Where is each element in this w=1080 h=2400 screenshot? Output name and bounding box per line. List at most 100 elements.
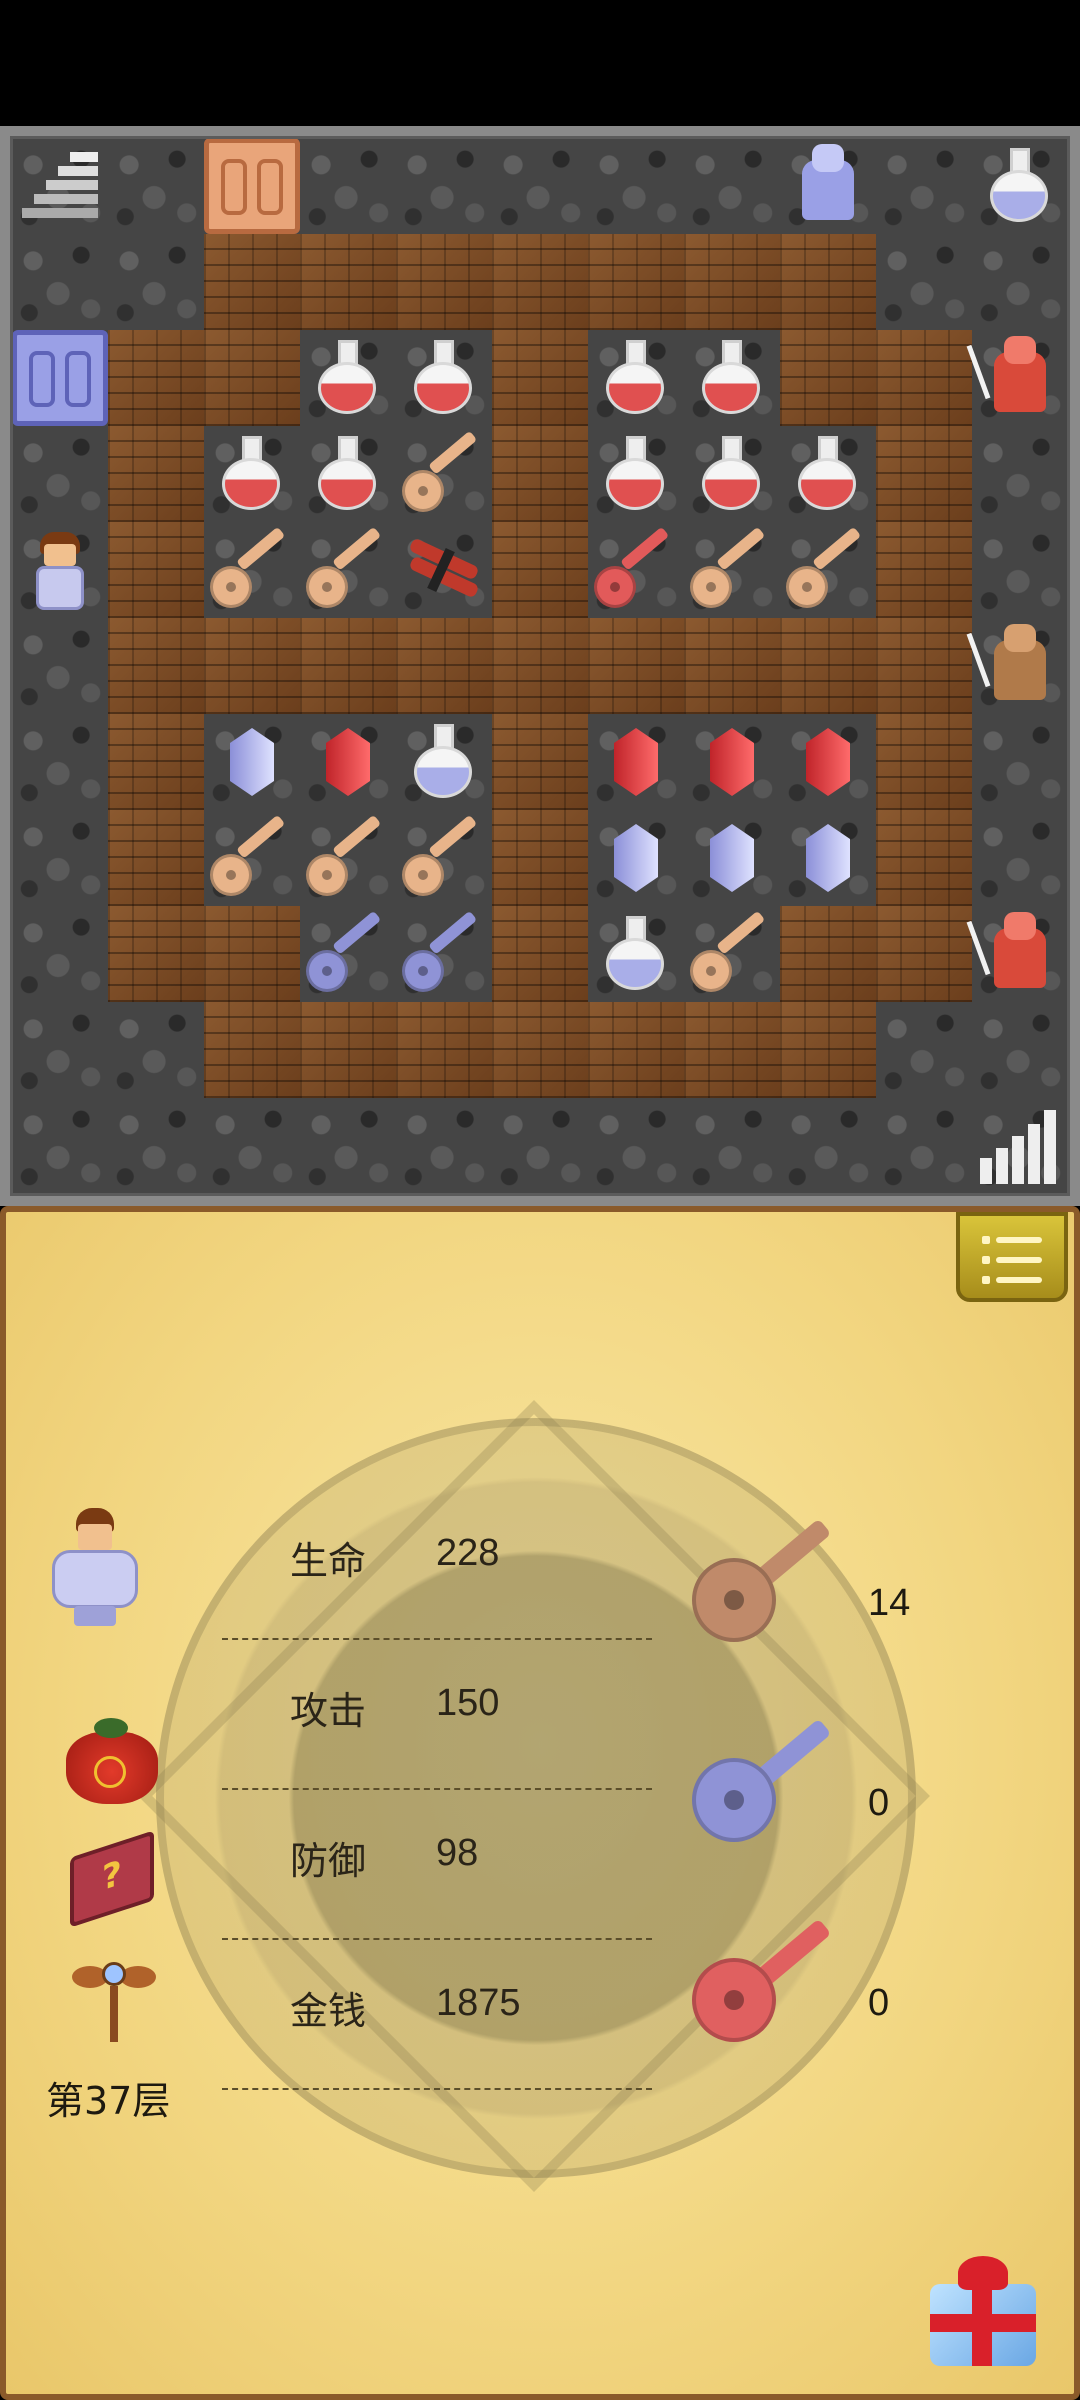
red-potion-icon[interactable] bbox=[588, 330, 684, 426]
stat-defense-value: 98 bbox=[436, 1832, 479, 1874]
blue-potion-icon[interactable] bbox=[588, 906, 684, 1002]
yellow-key-icon[interactable] bbox=[684, 906, 780, 1002]
brick-wall-tile bbox=[492, 714, 588, 810]
game-board[interactable] bbox=[0, 126, 1080, 1206]
floor-tile bbox=[300, 138, 396, 234]
floor-tile bbox=[12, 618, 108, 714]
brick-wall-tile bbox=[108, 522, 204, 618]
red-potion-icon[interactable] bbox=[396, 330, 492, 426]
blue-gem-icon[interactable] bbox=[204, 714, 300, 810]
floor-tile bbox=[876, 1002, 972, 1098]
brick-wall-tile bbox=[876, 618, 972, 714]
floor-tile bbox=[12, 426, 108, 522]
brick-wall-tile bbox=[492, 618, 588, 714]
yellow-key-icon[interactable] bbox=[204, 522, 300, 618]
brick-wall-tile bbox=[492, 234, 588, 330]
gift-box-icon[interactable] bbox=[924, 2250, 1044, 2370]
red-potion-icon[interactable] bbox=[780, 426, 876, 522]
floor-tile bbox=[12, 714, 108, 810]
stairs-up-icon[interactable] bbox=[972, 1098, 1068, 1194]
red-key-counter: 0 bbox=[692, 1912, 972, 2052]
yellow-key-count: 14 bbox=[868, 1582, 911, 1624]
brick-wall-tile bbox=[204, 618, 300, 714]
blue-potion-icon[interactable] bbox=[972, 138, 1068, 234]
armor-knight-icon[interactable] bbox=[780, 138, 876, 234]
blue-key-icon bbox=[692, 1758, 776, 1842]
orange-door-icon[interactable] bbox=[204, 138, 300, 234]
floor-tile bbox=[876, 1098, 972, 1194]
hero-sprite[interactable] bbox=[12, 522, 108, 618]
monster-book-icon[interactable]: ? bbox=[70, 1830, 154, 1928]
floor-tile bbox=[972, 426, 1068, 522]
yellow-key-icon[interactable] bbox=[396, 426, 492, 522]
brick-wall-tile bbox=[780, 618, 876, 714]
floor-tile bbox=[684, 1098, 780, 1194]
red-gem-icon[interactable] bbox=[588, 714, 684, 810]
red-knight-icon[interactable] bbox=[966, 330, 1068, 426]
blue-door-icon[interactable] bbox=[12, 330, 108, 426]
brick-wall-tile bbox=[876, 714, 972, 810]
red-knight-icon[interactable] bbox=[966, 906, 1068, 1002]
stat-gold: 金钱 1875 bbox=[222, 1940, 652, 2090]
yellow-key-icon[interactable] bbox=[684, 522, 780, 618]
floor-tile bbox=[972, 1002, 1068, 1098]
brick-wall-tile bbox=[396, 1002, 492, 1098]
yellow-key-icon[interactable] bbox=[300, 810, 396, 906]
brick-wall-tile bbox=[396, 618, 492, 714]
red-gem-icon[interactable] bbox=[300, 714, 396, 810]
yellow-key-icon[interactable] bbox=[396, 810, 492, 906]
stat-gold-value: 1875 bbox=[436, 1982, 521, 2024]
blue-key-icon[interactable] bbox=[396, 906, 492, 1002]
blue-key-icon[interactable] bbox=[300, 906, 396, 1002]
red-potion-icon[interactable] bbox=[300, 426, 396, 522]
floor-tile bbox=[972, 714, 1068, 810]
red-potion-icon[interactable] bbox=[684, 330, 780, 426]
brick-wall-tile bbox=[492, 906, 588, 1002]
brick-wall-tile bbox=[588, 1002, 684, 1098]
stat-gold-label: 金钱 bbox=[290, 1989, 367, 2033]
floor-tile bbox=[684, 138, 780, 234]
brick-wall-tile bbox=[492, 522, 588, 618]
stat-defense-label: 防御 bbox=[290, 1839, 367, 1883]
red-potion-icon[interactable] bbox=[204, 426, 300, 522]
floor-tile bbox=[972, 810, 1068, 906]
rock-warrior-icon[interactable] bbox=[966, 618, 1068, 714]
red-potion-icon[interactable] bbox=[588, 426, 684, 522]
brick-wall-tile bbox=[204, 234, 300, 330]
brick-wall-tile bbox=[876, 426, 972, 522]
brick-wall-tile bbox=[588, 234, 684, 330]
blue-potion-icon[interactable] bbox=[396, 714, 492, 810]
dynamite-icon[interactable] bbox=[396, 522, 492, 618]
yellow-key-icon[interactable] bbox=[204, 810, 300, 906]
red-gem-icon[interactable] bbox=[684, 714, 780, 810]
floor-tile bbox=[492, 1098, 588, 1194]
stat-hp: 生命 228 bbox=[222, 1490, 652, 1640]
floor-tile bbox=[12, 234, 108, 330]
blue-gem-icon[interactable] bbox=[588, 810, 684, 906]
list-menu-icon[interactable] bbox=[956, 1212, 1068, 1302]
brick-wall-tile bbox=[492, 1002, 588, 1098]
red-potion-icon[interactable] bbox=[684, 426, 780, 522]
red-gem-icon[interactable] bbox=[780, 714, 876, 810]
floor-tile bbox=[972, 522, 1068, 618]
blue-gem-icon[interactable] bbox=[684, 810, 780, 906]
floor-tile bbox=[876, 234, 972, 330]
red-potion-icon[interactable] bbox=[300, 330, 396, 426]
yellow-key-icon[interactable] bbox=[300, 522, 396, 618]
red-key-icon[interactable] bbox=[588, 522, 684, 618]
yellow-key-icon[interactable] bbox=[780, 522, 876, 618]
stairs-down-icon[interactable] bbox=[12, 138, 108, 234]
stat-attack-label: 攻击 bbox=[290, 1689, 367, 1733]
brick-wall-tile bbox=[108, 618, 204, 714]
brick-wall-tile bbox=[780, 330, 876, 426]
brick-wall-tile bbox=[876, 810, 972, 906]
floor-fly-icon[interactable] bbox=[72, 1956, 156, 2046]
floor-tile bbox=[108, 138, 204, 234]
lucky-bag-icon[interactable] bbox=[66, 1718, 158, 1804]
stat-attack: 攻击 150 bbox=[222, 1640, 652, 1790]
brick-wall-tile bbox=[588, 618, 684, 714]
blue-key-counter: 0 bbox=[692, 1712, 972, 1852]
brick-wall-tile bbox=[108, 714, 204, 810]
floor-tile bbox=[12, 1002, 108, 1098]
blue-gem-icon[interactable] bbox=[780, 810, 876, 906]
